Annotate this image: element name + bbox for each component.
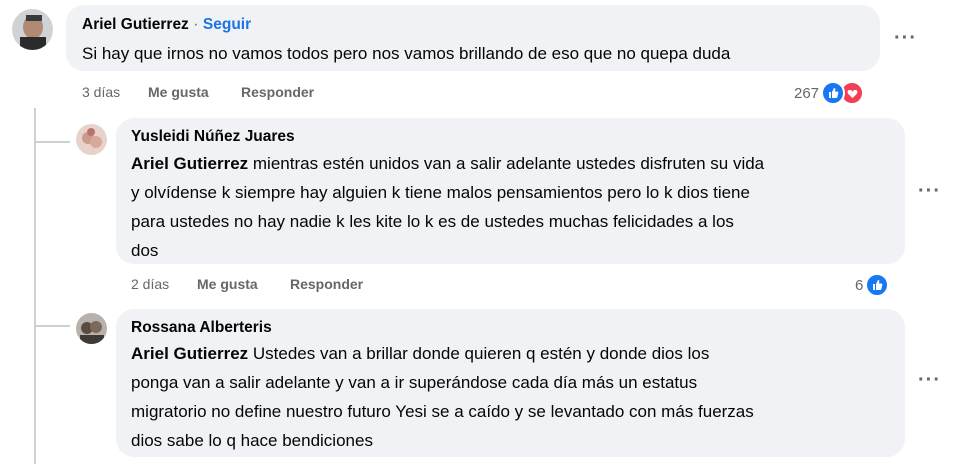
comment-author[interactable]: Rossana Alberteris — [131, 319, 272, 337]
comment-time[interactable]: 3 días — [82, 84, 120, 100]
comment-author[interactable]: Ariel Gutierrez — [82, 16, 189, 33]
reaction-summary[interactable]: 267 — [794, 81, 865, 105]
comment-author[interactable]: Yusleidi Núñez Juares — [131, 128, 295, 146]
comment-text: Ariel Gutierrez Ustedes van a brillar do… — [131, 344, 754, 450]
reaction-count: 267 — [794, 84, 820, 102]
comment-text: Si hay que irnos no vamos todos pero nos… — [82, 44, 731, 63]
more-options-icon[interactable]: ··· — [894, 27, 917, 50]
thread-branch — [34, 325, 70, 327]
like-icon — [821, 81, 846, 105]
more-options-icon[interactable]: ··· — [918, 369, 941, 392]
avatar-rossana[interactable] — [76, 313, 107, 344]
mention-link[interactable]: Ariel Gutierrez — [131, 154, 248, 173]
more-options-icon[interactable]: ··· — [918, 180, 941, 203]
comment-text: Ariel Gutierrez mientras estén unidos va… — [131, 154, 765, 260]
thread-line — [34, 108, 36, 464]
reaction-count: 6 — [855, 276, 864, 294]
avatar-ariel[interactable] — [12, 9, 53, 50]
like-button[interactable]: Me gusta — [148, 84, 209, 100]
comment-time[interactable]: 2 días — [131, 276, 169, 292]
like-button[interactable]: Me gusta — [197, 276, 258, 292]
comment-header: Ariel Gutierrez · Seguir — [82, 16, 251, 34]
avatar-yusleidi[interactable] — [76, 124, 107, 155]
mention-link[interactable]: Ariel Gutierrez — [131, 344, 248, 363]
follow-button[interactable]: Seguir — [203, 16, 251, 33]
reply-button[interactable]: Responder — [290, 276, 363, 292]
thread-branch — [34, 141, 70, 143]
reply-button[interactable]: Responder — [241, 84, 314, 100]
reaction-summary[interactable]: 6 — [855, 273, 890, 297]
like-icon — [865, 273, 890, 297]
separator: · — [193, 16, 199, 33]
